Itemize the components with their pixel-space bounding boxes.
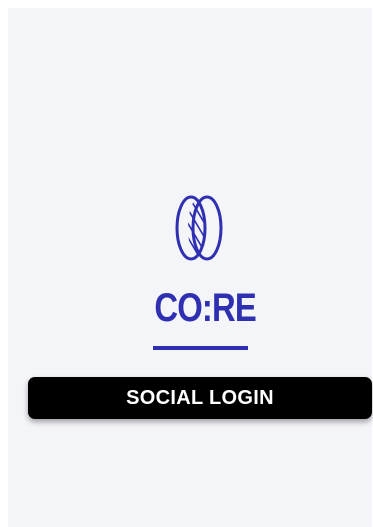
overlapping-circles-logo-icon xyxy=(175,195,223,261)
brand-logo: CO:RE xyxy=(145,189,257,354)
app-screen: CO:RE SOCIAL LOGIN xyxy=(8,8,372,527)
social-login-button[interactable]: SOCIAL LOGIN xyxy=(28,377,372,419)
brand-underline xyxy=(153,346,248,350)
brand-wordmark: CO:RE xyxy=(154,286,256,330)
